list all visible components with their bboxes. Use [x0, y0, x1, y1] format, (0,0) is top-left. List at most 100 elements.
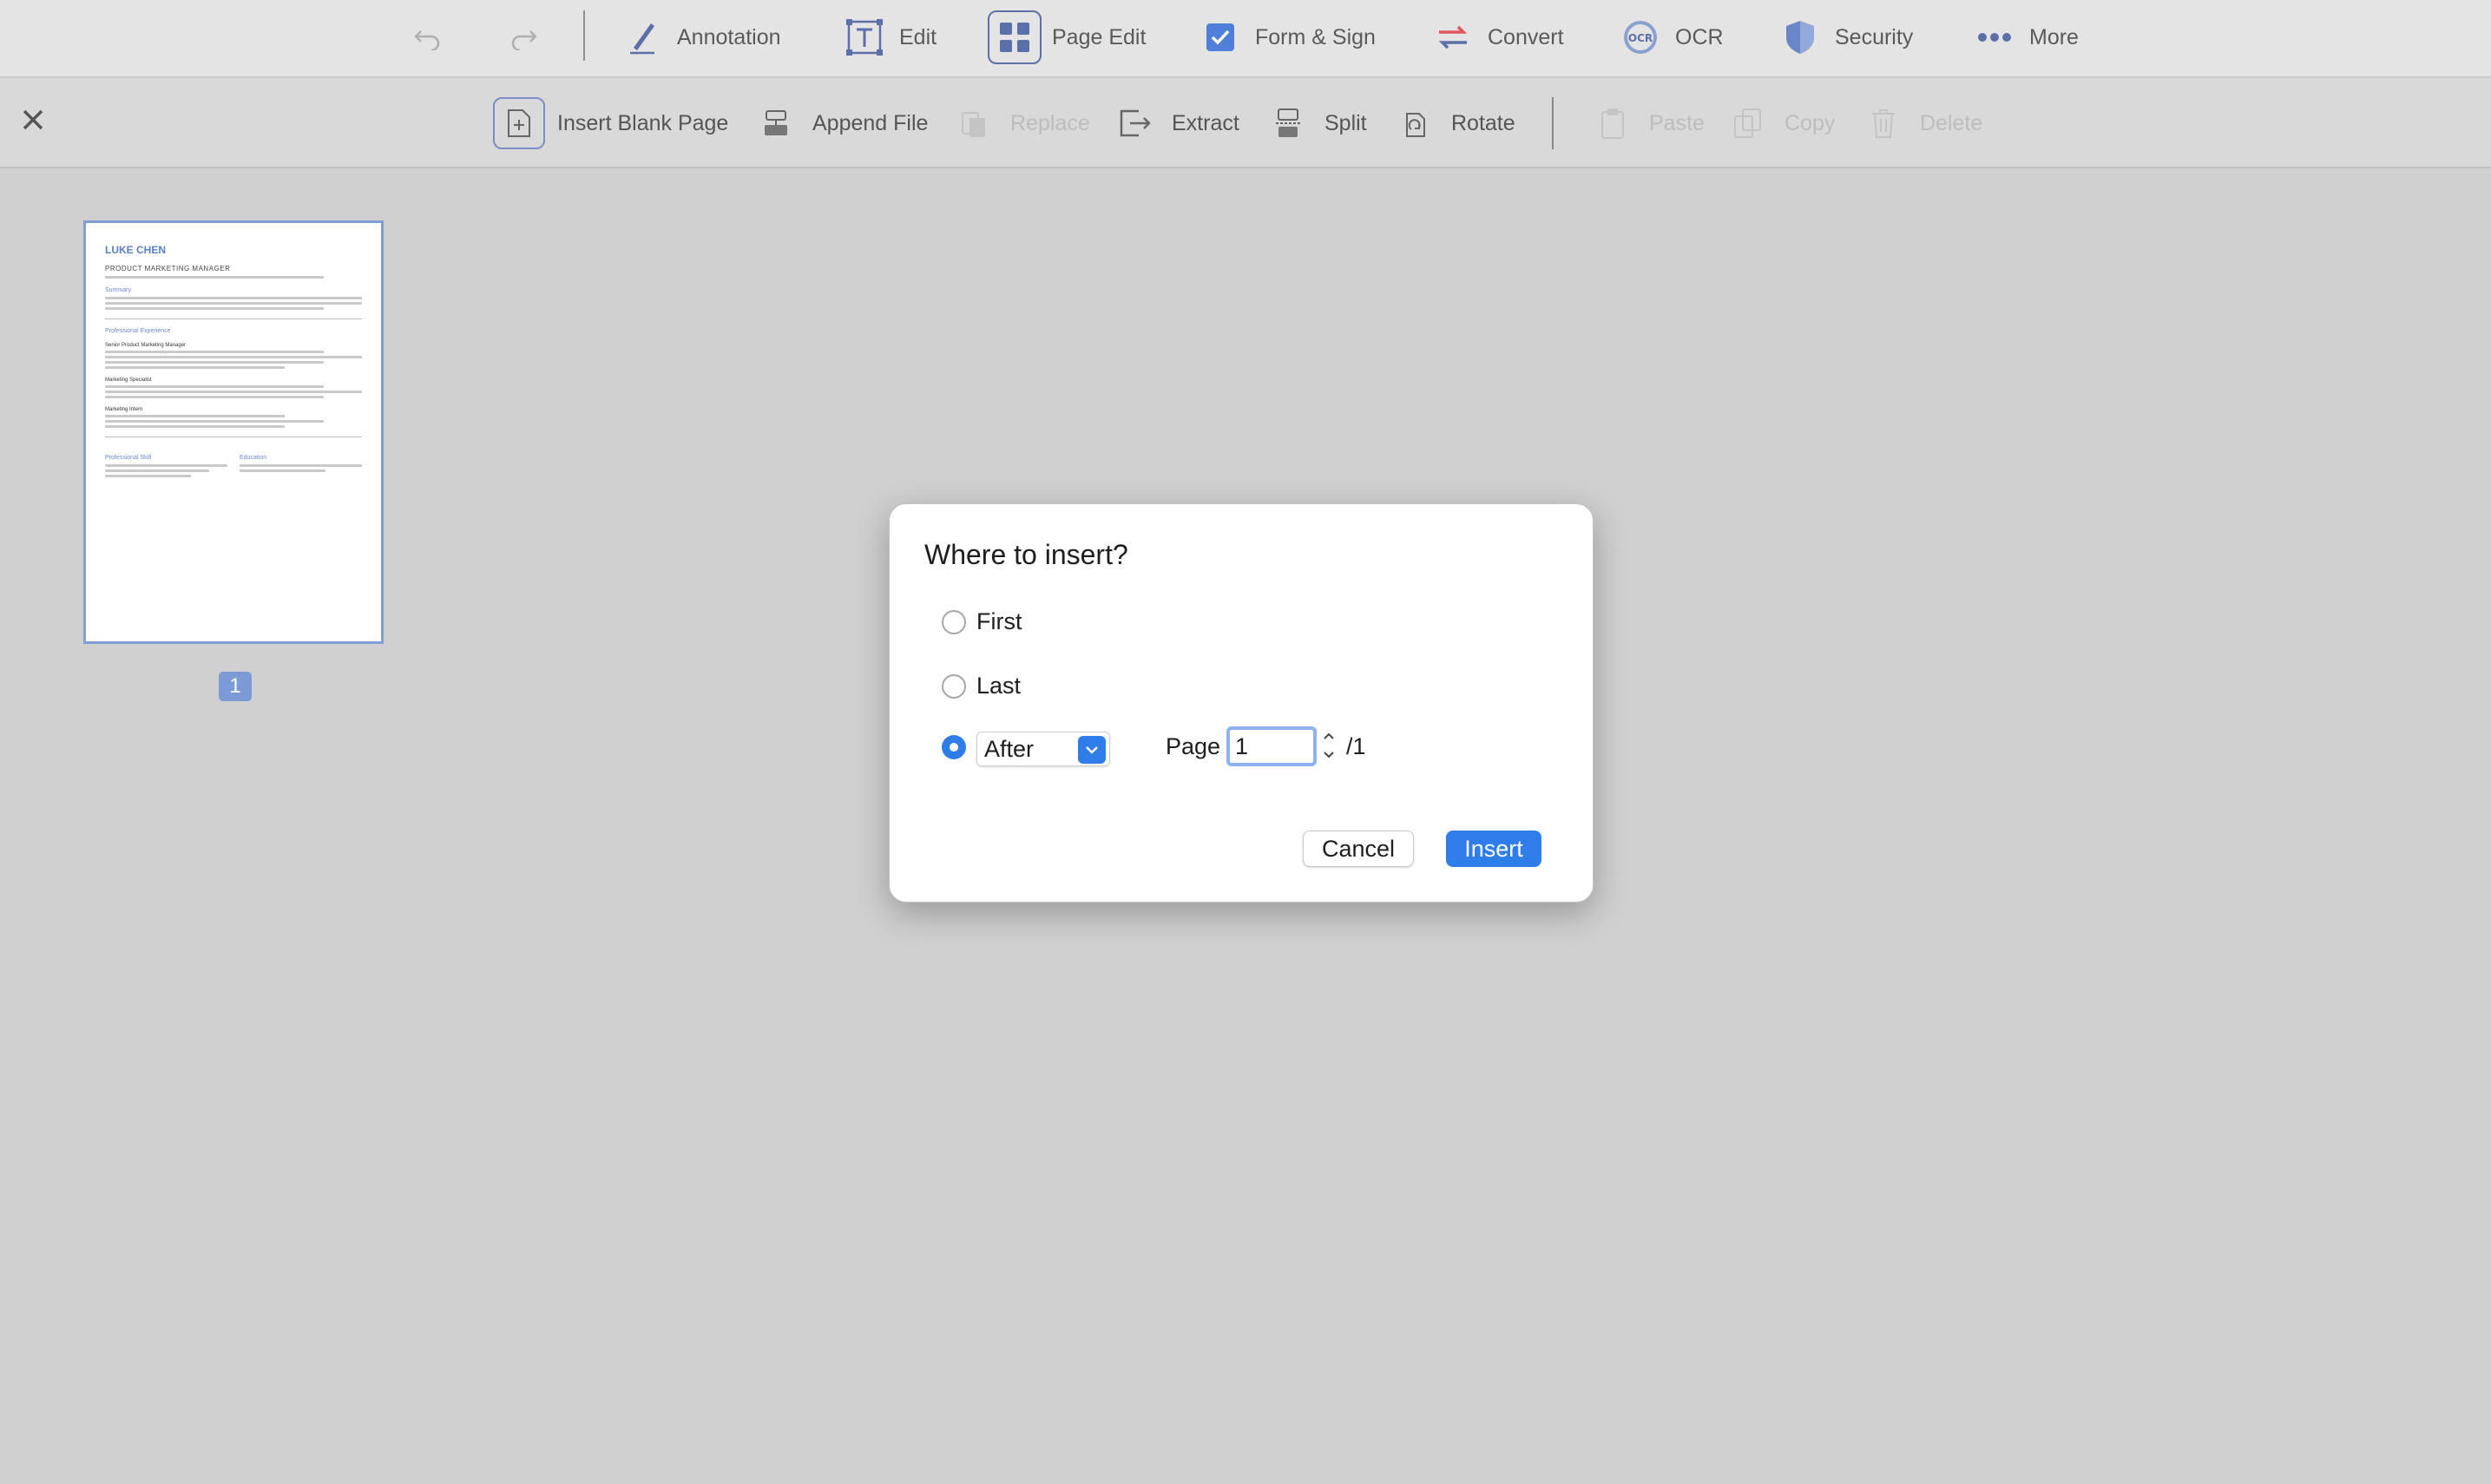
thumbnail-text-line [105, 361, 324, 364]
page-edit-toolbar: Insert Blank Page Append File Replace Ex… [0, 78, 2491, 168]
insert-page-icon [493, 97, 545, 149]
chevron-up-icon[interactable] [1322, 730, 1336, 745]
option-after[interactable] [942, 735, 976, 759]
extract-label: Extract [1172, 110, 1239, 135]
ocr-icon: OCR [1621, 18, 1660, 56]
thumbnail-text-line [105, 475, 191, 477]
copy-icon [1724, 99, 1772, 148]
convert-icon [1434, 18, 1472, 56]
thumbnail-text-line [105, 420, 324, 423]
thumbnail-text-line [105, 307, 324, 310]
edit-button[interactable]: Edit [845, 0, 937, 75]
shield-icon [1781, 18, 1819, 56]
page-number-input[interactable] [1226, 726, 1317, 766]
thumbnail-text-line [105, 391, 362, 393]
trash-icon [1859, 99, 1908, 148]
insert-dialog: Where to insert? First Last After Page /… [889, 503, 1594, 903]
ocr-button[interactable]: OCR OCR [1621, 0, 1724, 75]
undo-button[interactable] [408, 0, 462, 75]
thumbnail-section: Education [240, 455, 267, 461]
split-button[interactable]: Split [1264, 78, 1367, 168]
append-file-label: Append File [812, 110, 929, 135]
thumbnail-text-line [105, 425, 286, 428]
split-icon [1264, 99, 1312, 148]
delete-label: Delete [1920, 110, 1983, 135]
checkbox-icon [1201, 18, 1239, 56]
option-last[interactable]: Last [942, 673, 1021, 699]
radio-last[interactable] [942, 673, 966, 699]
thumbnail-text-line [105, 415, 286, 417]
clipboard-icon [1588, 99, 1637, 148]
replace-button[interactable]: Replace [950, 78, 1090, 168]
more-label: More [2029, 24, 2079, 49]
pen-icon [623, 18, 661, 56]
position-select-value: After [984, 735, 1035, 762]
option-first[interactable]: First [942, 608, 1022, 635]
close-icon [22, 108, 44, 135]
page-number-badge: 1 [219, 672, 252, 701]
chevron-down-icon[interactable] [1322, 749, 1336, 765]
position-select[interactable]: After [976, 732, 1110, 766]
security-label: Security [1835, 24, 1914, 49]
option-last-label: Last [976, 673, 1022, 699]
replace-label: Replace [1010, 110, 1090, 135]
undo-icon [408, 18, 446, 56]
redo-icon [505, 18, 543, 56]
thumbnail-text-line [240, 464, 362, 467]
redo-button[interactable] [505, 0, 559, 75]
replace-icon [950, 99, 998, 148]
radio-first[interactable] [942, 609, 966, 634]
main-toolbar: Annotation Edit Page Edit Form & Sign Co… [0, 0, 2491, 78]
radio-after[interactable] [942, 735, 966, 759]
thumbnail-job-title: Marketing Specialist [105, 378, 152, 383]
insert-blank-page-label: Insert Blank Page [557, 110, 729, 135]
thumbnail-text-line [105, 356, 362, 358]
chevron-down-icon [1078, 736, 1106, 764]
thumbnail-text-line [105, 366, 286, 369]
thumbnail-column: Education [240, 446, 362, 480]
split-label: Split [1324, 110, 1367, 135]
extract-button[interactable]: Extract [1111, 78, 1239, 168]
thumbnail-column: Professional Skill [105, 446, 227, 480]
thumbnail-text-line [105, 276, 324, 279]
grid-icon [988, 10, 1042, 64]
extract-icon [1111, 99, 1160, 148]
page-thumbnail[interactable]: LUKE CHEN PRODUCT MARKETING MANAGER Summ… [83, 220, 384, 644]
annotation-label: Annotation [677, 24, 781, 49]
cancel-button[interactable]: Cancel [1303, 831, 1414, 867]
thumbnail-section: Professional Skill [105, 455, 152, 461]
rotate-button[interactable]: Rotate [1390, 78, 1515, 168]
copy-button[interactable]: Copy [1724, 78, 1835, 168]
security-button[interactable]: Security [1781, 0, 1913, 75]
convert-label: Convert [1488, 24, 1564, 49]
more-button[interactable]: More [1975, 0, 2079, 75]
option-first-label: First [976, 608, 1022, 634]
page-label: Page [1166, 733, 1221, 759]
annotation-button[interactable]: Annotation [623, 0, 781, 75]
thumbnail-job: Marketing Intern [105, 407, 362, 412]
toolbar-separator [1552, 97, 1554, 149]
insert-blank-page-button[interactable]: Insert Blank Page [493, 78, 728, 168]
append-file-button[interactable]: Append File [752, 78, 928, 168]
paste-button[interactable]: Paste [1588, 78, 1705, 168]
delete-button[interactable]: Delete [1859, 78, 1982, 168]
rotate-icon [1390, 99, 1439, 148]
text-edit-icon [845, 18, 884, 56]
thumbnail-text-line [105, 297, 362, 299]
ocr-label: OCR [1675, 24, 1724, 49]
page-edit-button[interactable]: Page Edit [988, 0, 1146, 75]
thumbnail-text-line [105, 351, 324, 353]
close-page-edit-button[interactable] [16, 104, 50, 139]
convert-button[interactable]: Convert [1434, 0, 1564, 75]
paste-label: Paste [1649, 110, 1705, 135]
insert-button[interactable]: Insert [1446, 831, 1541, 867]
thumbnail-text-line [105, 464, 227, 467]
thumbnail-columns: Professional Skill Education [105, 446, 362, 480]
thumbnail-section: Professional Experience [105, 328, 171, 334]
form-sign-button[interactable]: Form & Sign [1201, 0, 1376, 75]
thumbnail-text-line [240, 469, 325, 472]
thumbnail-role: PRODUCT MARKETING MANAGER [105, 265, 231, 273]
page-total: /1 [1346, 733, 1366, 759]
page-stepper[interactable] [1320, 730, 1338, 765]
append-file-icon [752, 99, 800, 148]
